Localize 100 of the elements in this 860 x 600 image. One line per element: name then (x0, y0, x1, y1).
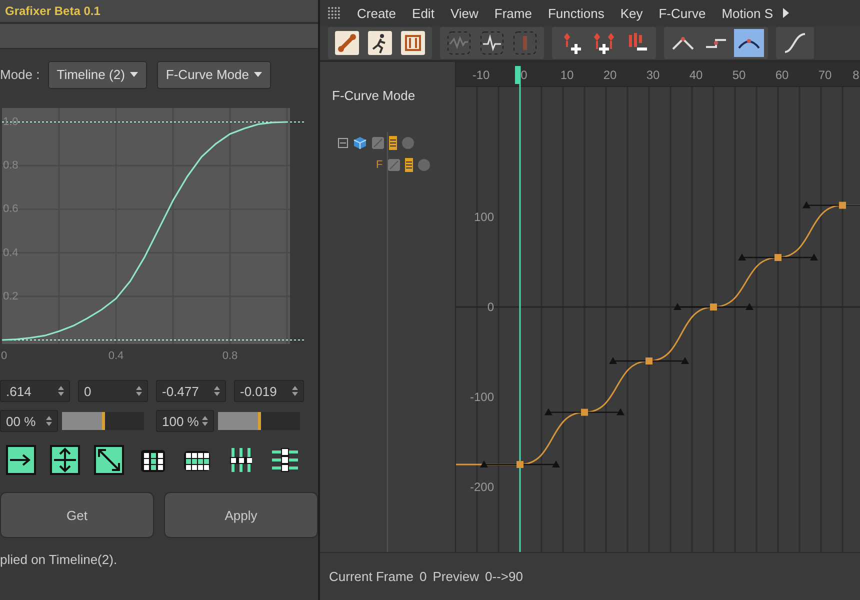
frame-label: 0 (520, 68, 528, 82)
key-marker[interactable] (774, 254, 782, 261)
axis-label: 0.6 (3, 203, 18, 216)
grip-icon[interactable] (327, 6, 341, 20)
spinner-icon (136, 386, 142, 396)
frame-label: -10 (472, 68, 490, 82)
toolbar-button[interactable] (365, 29, 395, 57)
playhead[interactable] (515, 66, 521, 552)
key-marker[interactable] (839, 202, 846, 209)
dropdown[interactable]: Timeline (2) (48, 60, 147, 88)
mode-title: F-Curve Mode (331, 87, 416, 105)
track-bars-icon (389, 136, 397, 150)
key-marker[interactable] (646, 358, 652, 364)
arrow-vertical-icon (50, 445, 80, 475)
axis-label: 0.8 (3, 160, 18, 172)
circle-icon (418, 159, 430, 171)
wave-icon (447, 31, 471, 55)
frame-label: 10 (560, 68, 574, 82)
horizontal-bars-icon (270, 445, 300, 475)
track-bars-icon (404, 158, 413, 172)
action-button[interactable]: Apply (164, 492, 318, 538)
menu-item[interactable]: Create (351, 6, 402, 20)
tool-button[interactable] (48, 442, 82, 478)
toolbar-button[interactable] (332, 29, 362, 57)
menu-item[interactable]: F-Curve (652, 6, 712, 20)
status-value: 0-->90 (485, 569, 523, 584)
toolbar-button[interactable] (398, 29, 428, 57)
key-marker[interactable] (710, 304, 717, 310)
menu-item[interactable]: Edit (406, 6, 440, 20)
status-label: Preview (432, 569, 480, 584)
tangent-handle[interactable] (738, 254, 818, 260)
menu-item[interactable]: View (444, 6, 484, 20)
number-field[interactable]: .614 (0, 380, 70, 402)
tool-button[interactable] (92, 442, 126, 478)
spinner-icon (58, 386, 64, 396)
frame-label: 50 (732, 68, 746, 82)
tangent-handle[interactable] (544, 408, 624, 416)
number-field[interactable]: -0.019 (234, 380, 304, 402)
axis-label: 0.4 (108, 350, 124, 362)
menu-item[interactable]: Key (614, 6, 649, 20)
status-value: 0 (420, 569, 427, 584)
menu-item[interactable]: Functions (542, 6, 610, 20)
value-label: 100 (474, 210, 494, 224)
frame-label: 60 (775, 68, 789, 82)
square-icon (372, 137, 384, 149)
slider-fill[interactable] (218, 412, 262, 430)
bone-icon (335, 31, 359, 55)
status-message: plied on Timeline(2). (0, 552, 118, 567)
value-label: 0 (487, 300, 494, 314)
window-title: Grafixer Beta 0.1 (0, 0, 318, 22)
number-field[interactable]: 0 (78, 380, 148, 402)
keys-add-icon (592, 31, 616, 55)
axis-label: 0.2 (3, 290, 18, 302)
track-label[interactable]: F (376, 159, 383, 171)
tangent-handle[interactable] (480, 460, 560, 468)
ramp-curve-icon (783, 31, 807, 55)
status-label: Current Frame (329, 569, 414, 584)
frame-label: 30 (646, 68, 660, 82)
value-label: -100 (470, 390, 494, 404)
bar-icon (513, 31, 537, 55)
caret-icon (254, 72, 262, 77)
menu-item[interactable]: Motion S (716, 6, 779, 20)
axis-label: 0 (0, 350, 8, 362)
frame-label: 20 (603, 68, 617, 82)
caret-icon (130, 72, 138, 77)
running-figure-icon (368, 31, 392, 55)
spinner-icon (46, 416, 52, 426)
value-label: -200 (470, 480, 494, 494)
key-marker[interactable] (581, 408, 588, 416)
tangent-handle[interactable] (674, 303, 754, 310)
circle-icon (402, 137, 414, 149)
slider-fill[interactable] (62, 412, 106, 430)
slider-track[interactable] (62, 412, 144, 430)
film-frame-icon (401, 31, 425, 55)
more-arrow-icon[interactable] (783, 8, 789, 18)
toolbar-button[interactable] (734, 29, 764, 57)
tangent-handle[interactable] (609, 357, 689, 364)
number-field[interactable]: -0.477 (156, 380, 226, 402)
arrow-right-icon (6, 445, 36, 475)
action-button[interactable]: Get (0, 492, 154, 538)
spinner-icon (292, 386, 298, 396)
number-field[interactable]: 00 % (0, 410, 58, 432)
collapse-toggle-icon[interactable] (338, 138, 348, 148)
frame-label: 70 (818, 68, 832, 82)
arrow-diagonal-icon (94, 445, 124, 475)
number-field[interactable]: 100 % (156, 410, 214, 432)
spinner-icon (202, 416, 208, 426)
axis-label: 0.8 (222, 350, 238, 362)
mode-label: Mode : (0, 67, 40, 82)
slider-track[interactable] (218, 412, 300, 430)
key-marker[interactable] (516, 461, 524, 468)
tool-button[interactable] (4, 442, 38, 478)
cube-icon (353, 136, 367, 150)
axis-label: 1.0 (3, 116, 18, 128)
pulse-icon (480, 31, 504, 55)
axis-label: 0.4 (3, 246, 18, 259)
menu-item[interactable]: Frame (488, 6, 538, 20)
dropdown[interactable]: F-Curve Mode (156, 60, 271, 88)
spinner-icon (214, 386, 220, 396)
frame-label: 40 (689, 68, 703, 82)
